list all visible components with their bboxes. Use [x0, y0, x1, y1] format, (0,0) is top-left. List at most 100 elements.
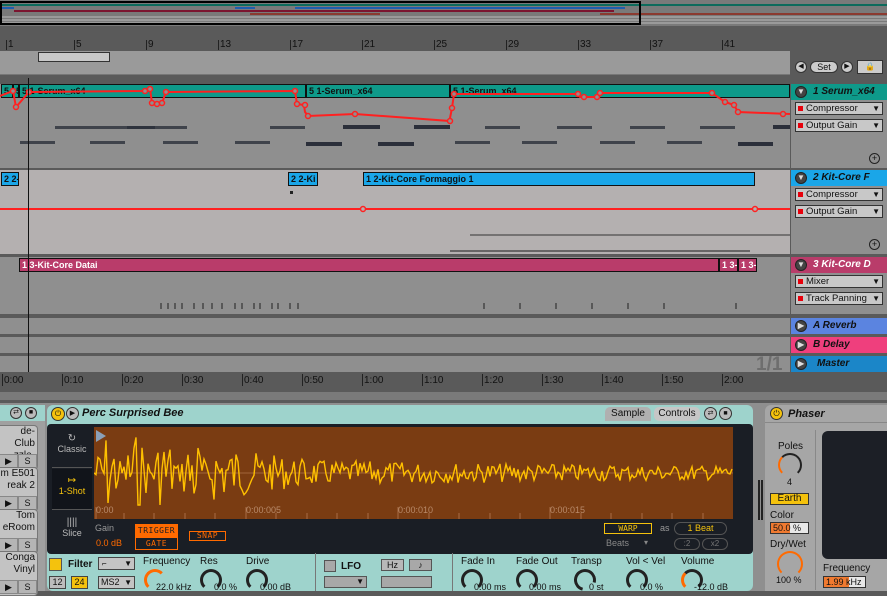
warp-mode-select[interactable]: Beats [606, 538, 629, 548]
track-lane-2[interactable]: 2 2- 2 2-Ki 1 2-Kit-Core Formaggio 1 [0, 170, 790, 254]
filter-type-select[interactable]: ⌐ ▼ [98, 557, 135, 570]
frequency-slider[interactable]: 1.99 kHz [823, 576, 866, 588]
play-icon[interactable]: ▶ [795, 358, 807, 370]
track-title[interactable]: ▶ B Delay [791, 337, 887, 353]
mode-classic-button[interactable]: ↻ Classic [52, 427, 92, 468]
return-header-a[interactable]: ▶ A Reverb [791, 318, 887, 334]
pad-solo-button[interactable]: S [18, 454, 37, 468]
gain-value[interactable]: 0.0 dB [96, 538, 122, 548]
loop-brace[interactable] [38, 52, 110, 62]
poles-knob[interactable] [778, 453, 802, 477]
next-locator-button[interactable]: ▶ [841, 61, 853, 73]
time-ruler[interactable]: 0:00 0:10 0:20 0:30 0:40 0:50 1:00 1:10 … [0, 372, 790, 388]
drywet-knob[interactable] [777, 551, 803, 577]
return-lane-a[interactable] [0, 318, 790, 334]
vol-vel-label: Vol < Vel [626, 556, 666, 567]
save-preset-icon[interactable]: ■ [719, 407, 732, 420]
track-lane-3[interactable]: 1 3-Kit-Core Datai 1 3- 1 3- [0, 257, 790, 314]
drum-pad[interactable]: Tom eRoom ▶ S [0, 509, 38, 554]
beat-ruler[interactable]: 1 5 9 13 17 21 25 29 33 37 41 [0, 36, 790, 52]
parameter-chooser[interactable]: Output Gain ▼ [795, 119, 883, 132]
lfo-rate-field[interactable] [381, 576, 432, 588]
pad-play-icon[interactable]: ▶ [0, 580, 18, 594]
device-chooser[interactable]: Compressor ▼ [795, 102, 883, 115]
lock-icon[interactable]: 🔒 [857, 60, 883, 74]
drum-pad[interactable]: m E501 reak 2 ▶ S [0, 467, 38, 512]
double-tempo-button[interactable]: x2 [702, 538, 728, 550]
fold-toggle-icon[interactable]: ▼ [795, 86, 807, 98]
device-chooser[interactable]: Mixer ▼ [795, 275, 883, 288]
hot-swap-icon[interactable]: ⇄ [704, 407, 717, 420]
track-lane-1[interactable]: 5 1- 5 1-Serum_x64 5 1- 5 1-Serum_x64 5 … [0, 84, 790, 168]
device-power-icon[interactable]: ⏻ [770, 407, 783, 420]
preview-play-icon[interactable]: ▶ [66, 407, 79, 420]
phaser-display[interactable] [822, 431, 887, 559]
mode-earth-button[interactable]: Earth [770, 493, 809, 505]
warp-button[interactable]: WARP [604, 523, 652, 534]
pad-play-icon[interactable]: ▶ [0, 538, 18, 552]
track-title[interactable]: ▼ 2 Kit-Core F [791, 170, 887, 186]
drum-pad[interactable]: de-Clubzzle-Bru▶S [0, 425, 38, 470]
trigger-button[interactable]: TRIGGER [135, 524, 178, 537]
hot-swap-icon[interactable]: ⇄ [10, 407, 22, 419]
pad-play-icon[interactable]: ▶ [0, 454, 18, 468]
gate-button[interactable]: GATE [135, 537, 178, 550]
track-header-1[interactable]: ▼ 1 Serum_x64 Compressor ▼ Output Gain ▼ + [791, 84, 887, 168]
color-slider[interactable]: 50.0 % [770, 522, 809, 534]
pad-solo-button[interactable]: S [18, 496, 37, 510]
fold-toggle-icon[interactable]: ▼ [795, 259, 807, 271]
horizontal-scrollbar[interactable] [0, 392, 887, 400]
parameter-chooser[interactable]: Track Panning ▼ [795, 292, 883, 305]
pad-play-icon[interactable]: ▶ [0, 496, 18, 510]
pad-solo-button[interactable]: S [18, 538, 37, 552]
pad-name: Conga [5, 552, 35, 563]
lfo-toggle[interactable] [324, 560, 336, 572]
pad-solo-button[interactable]: S [18, 580, 37, 594]
parameter-chooser-value: Output Gain [806, 120, 858, 131]
mode-1-shot-button[interactable]: ↦ 1-Shot [52, 469, 92, 510]
snap-button[interactable]: SNAP [189, 531, 226, 541]
track-title[interactable]: ▶ Master [791, 356, 887, 372]
master-header[interactable]: ▶ Master [791, 356, 887, 372]
master-lane[interactable] [0, 356, 790, 372]
filter-circuit-select[interactable]: MS2 ▼ [98, 576, 135, 589]
add-automation-lane-icon[interactable]: + [869, 239, 880, 250]
overview-viewport-frame[interactable] [0, 1, 641, 25]
device-power-icon[interactable]: ⏻ [51, 407, 65, 421]
automation-envelope[interactable] [0, 84, 790, 168]
slope-12-button[interactable]: 12 [49, 576, 66, 589]
add-automation-lane-icon[interactable]: + [869, 153, 880, 164]
track-title[interactable]: ▼ 3 Kit-Core D [791, 257, 887, 273]
track-title[interactable]: ▼ 1 Serum_x64 [791, 84, 887, 100]
slope-24-button[interactable]: 24 [71, 576, 88, 589]
track-title[interactable]: ▶ A Reverb [791, 318, 887, 334]
set-locator-button[interactable]: Set [810, 61, 838, 73]
lfo-sync-button[interactable]: ♪ [409, 559, 432, 571]
filter-toggle[interactable] [49, 558, 62, 571]
loop-bar[interactable] [0, 51, 790, 75]
warp-beats-field[interactable]: 1 Beat [674, 522, 727, 535]
tab-controls[interactable]: Controls [654, 407, 700, 421]
track-name: B Delay [813, 339, 850, 350]
lfo-target-select[interactable]: ▼ [324, 576, 367, 588]
fold-toggle-icon[interactable]: ▼ [795, 172, 807, 184]
return-lane-b[interactable] [0, 337, 790, 353]
track-header-3[interactable]: ▼ 3 Kit-Core D Mixer ▼ Track Panning ▼ [791, 257, 887, 314]
half-tempo-button[interactable]: :2 [674, 538, 700, 550]
automation-envelope[interactable] [0, 170, 790, 254]
tab-sample[interactable]: Sample [605, 407, 651, 421]
drum-pad[interactable]: Conga Vinyl ▶ S [0, 551, 38, 596]
track-header-2[interactable]: ▼ 2 Kit-Core F Compressor ▼ Output Gain ▼ … [791, 170, 887, 254]
save-preset-icon[interactable]: ■ [25, 407, 37, 419]
parameter-chooser[interactable]: Output Gain ▼ [795, 205, 883, 218]
mode-slice-button[interactable]: |||| Slice [52, 511, 92, 552]
waveform-display[interactable]: 0:00 0:00:005 0:00:010 0:00:015 [93, 427, 733, 519]
return-header-b[interactable]: ▶ B Delay [791, 337, 887, 353]
play-icon[interactable]: ▶ [795, 339, 807, 351]
previous-locator-button[interactable]: ◀ [795, 61, 807, 73]
device-chooser[interactable]: Compressor ▼ [795, 188, 883, 201]
lfo-hz-button[interactable]: Hz [381, 559, 404, 571]
time-tick: 2:00 [722, 374, 744, 386]
dropdown-arrow-icon[interactable]: ▾ [644, 538, 648, 547]
play-icon[interactable]: ▶ [795, 320, 807, 332]
